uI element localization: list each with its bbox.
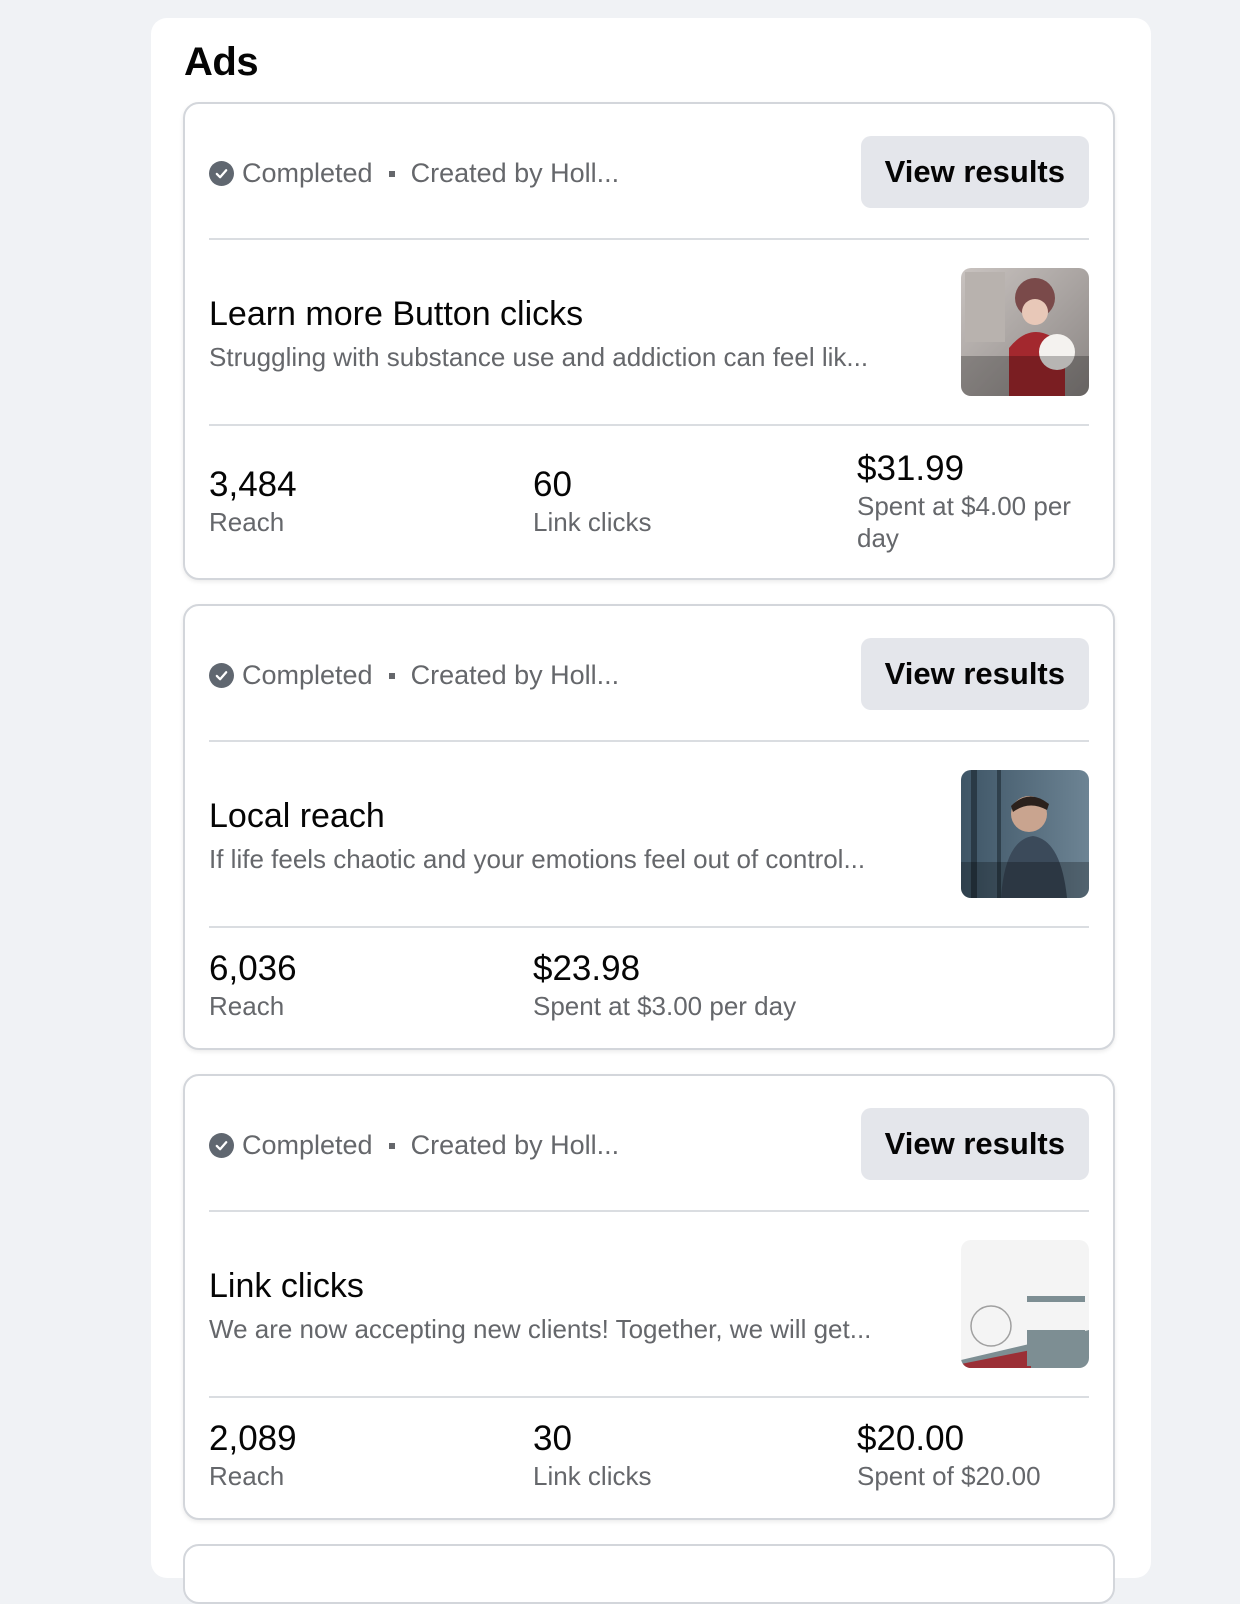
ad-card-header: Completed Created by Holl... View result… (209, 606, 1089, 742)
metric-spent: $23.98 Spent at $3.00 per day (533, 948, 796, 1022)
status-label: Completed (242, 158, 373, 188)
metric-value: $31.99 (857, 449, 965, 488)
metric-reach: 2,089 Reach (209, 1418, 297, 1492)
ad-card: Completed Created by Holl... View result… (183, 604, 1115, 1050)
ad-title: Link clicks (209, 1267, 364, 1305)
ad-card-header: Completed Created by Holl... View result… (209, 104, 1089, 240)
ad-card-header: Completed Created by Holl... View result… (209, 1076, 1089, 1212)
metric-value: 6,036 (209, 949, 297, 988)
creator-label: Created by Holl... (410, 660, 620, 690)
ad-title: Learn more Button clicks (209, 295, 584, 333)
metric-label: Link clicks (533, 1461, 652, 1491)
panel-title: Ads (184, 40, 259, 84)
metric-label: Reach (209, 991, 285, 1021)
metric-value: 2,089 (209, 1419, 297, 1458)
check-circle-icon (209, 663, 234, 688)
ad-card: Completed Created by Holl... View result… (183, 1074, 1115, 1520)
ad-metrics: 6,036 Reach $23.98 Spent at $3.00 per da… (209, 928, 1089, 1078)
ad-status: Completed Created by Holl... (209, 158, 619, 189)
ad-thumbnail[interactable] (961, 770, 1089, 898)
ad-card-partial (183, 1544, 1115, 1604)
ad-thumbnail-image (961, 770, 1089, 898)
metric-value: 30 (533, 1419, 572, 1458)
ad-text: We are now accepting new clients! Togeth… (209, 1314, 872, 1344)
ad-card-body[interactable]: Learn more Button clicks Struggling with… (209, 240, 1089, 426)
ad-status: Completed Created by Holl... (209, 1130, 619, 1161)
metric-reach: 6,036 Reach (209, 948, 297, 1022)
metric-link-clicks: 60 Link clicks (533, 464, 651, 538)
metric-value: 3,484 (209, 465, 297, 504)
ad-status: Completed Created by Holl... (209, 660, 619, 691)
metric-label: Spent of $20.00 (857, 1461, 1041, 1491)
status-label: Completed (242, 660, 373, 690)
ad-thumbnail[interactable] (961, 268, 1089, 396)
ad-thumbnail-image (961, 1240, 1089, 1368)
ad-thumbnail-image (961, 268, 1089, 396)
view-results-button[interactable]: View results (860, 1108, 1089, 1180)
metric-value: $20.00 (857, 1419, 965, 1458)
creator-label: Created by Holl... (410, 1130, 620, 1160)
metric-value: $23.98 (533, 949, 641, 988)
ad-card: Completed Created by Holl... View result… (183, 102, 1115, 580)
metric-value: 60 (533, 465, 572, 504)
separator-dot (388, 1142, 395, 1149)
ad-title: Local reach (209, 797, 385, 835)
ad-thumbnail[interactable] (961, 1240, 1089, 1368)
ad-card-body[interactable]: Link clicks We are now accepting new cli… (209, 1212, 1089, 1398)
creator-label: Created by Holl... (410, 158, 620, 188)
status-label: Completed (242, 1130, 373, 1160)
ad-text: If life feels chaotic and your emotions … (209, 844, 866, 874)
view-results-button[interactable]: View results (860, 638, 1089, 710)
separator-dot (388, 672, 395, 679)
metric-label: Reach (209, 507, 285, 537)
metric-label: Link clicks (533, 507, 652, 537)
ad-text: Struggling with substance use and addict… (209, 342, 869, 372)
metric-label: Spent at $3.00 per day (533, 991, 797, 1021)
check-circle-icon (209, 1133, 234, 1158)
separator-dot (388, 170, 395, 177)
metric-link-clicks: 30 Link clicks (533, 1418, 651, 1492)
ads-panel: Ads Completed Created by Holl... View re… (151, 18, 1151, 1604)
metric-label: Spent at $4.00 per day (857, 491, 1071, 553)
metric-label: Reach (209, 1461, 285, 1491)
metric-spent: $20.00 Spent of $20.00 (857, 1418, 1097, 1492)
check-circle-icon (209, 161, 234, 186)
ad-card-body[interactable]: Local reach If life feels chaotic and yo… (209, 742, 1089, 928)
ad-metrics: 3,484 Reach 60 Link clicks $31.99 Spent … (209, 426, 1089, 576)
metric-spent: $31.99 Spent at $4.00 per day (857, 448, 1097, 554)
ad-metrics: 2,089 Reach 30 Link clicks $20.00 Spent … (209, 1398, 1089, 1548)
metric-reach: 3,484 Reach (209, 464, 297, 538)
view-results-button[interactable]: View results (860, 136, 1089, 208)
